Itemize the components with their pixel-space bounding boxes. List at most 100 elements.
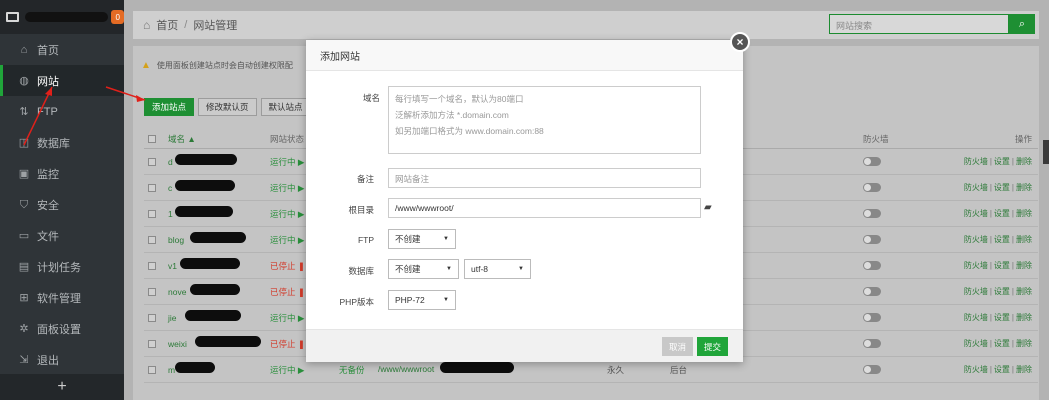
php-version-select[interactable]: PHP-72 ▼ [388, 290, 456, 310]
site-domain[interactable]: blog [168, 231, 270, 245]
firewall-toggle[interactable] [863, 313, 881, 322]
charset-select[interactable]: utf-8 ▼ [464, 259, 531, 279]
toggle-switch[interactable] [863, 235, 881, 244]
folder-open-icon[interactable]: ▰ [704, 202, 712, 213]
sidebar-item[interactable]: ⇲ 退出 [0, 344, 124, 375]
select-all-checkbox[interactable] [148, 134, 156, 143]
sidebar-item[interactable]: ▭ 文件 [0, 220, 124, 251]
row-checkbox[interactable] [148, 287, 156, 296]
row-checkbox[interactable] [148, 339, 156, 348]
site-path[interactable]: /www/wwwroot [378, 364, 434, 374]
site-domain[interactable]: jie [168, 309, 270, 323]
settings-link[interactable]: 设置 [994, 339, 1010, 348]
sidebar-item[interactable]: ⇅ FTP [0, 96, 124, 127]
database-select[interactable]: 不创建 ▼ [388, 259, 459, 279]
site-domain[interactable]: 1 [168, 205, 270, 219]
row-checkbox[interactable] [148, 235, 156, 244]
add-site-button[interactable]: 添加站点 [144, 98, 195, 116]
home-icon[interactable]: ⌂ [143, 18, 150, 32]
firewall-link[interactable]: 防火墙 [964, 261, 988, 270]
firewall-link[interactable]: 防火墙 [964, 313, 988, 322]
sidebar-add-button[interactable]: + [0, 374, 124, 400]
delete-link[interactable]: 删除 [1016, 209, 1032, 218]
firewall-link[interactable]: 防火墙 [964, 339, 988, 348]
site-domain[interactable]: weixi [168, 335, 270, 349]
toggle-switch[interactable] [863, 313, 881, 322]
ftp-select[interactable]: 不创建 ▼ [388, 229, 456, 249]
toggle-switch[interactable] [863, 209, 881, 218]
backup-status[interactable]: 无备份 [339, 364, 365, 376]
firewall-toggle[interactable] [863, 209, 881, 218]
firewall-toggle[interactable] [863, 183, 881, 192]
sidebar-item[interactable]: ✲ 面板设置 [0, 313, 124, 344]
settings-link[interactable]: 设置 [994, 365, 1010, 374]
site-note[interactable]: 后台 [670, 364, 687, 376]
firewall-toggle[interactable] [863, 157, 881, 166]
row-checkbox[interactable] [148, 261, 156, 270]
sidebar-item[interactable]: ⊞ 软件管理 [0, 282, 124, 313]
search-input[interactable]: 网站搜索 [829, 14, 1009, 34]
header-domain[interactable]: 域名 ▲ [168, 133, 270, 145]
row-checkbox[interactable] [148, 365, 156, 374]
sidebar-item[interactable]: ⌂ 首页 [0, 34, 124, 65]
default-site-button[interactable]: 默认站点 [260, 98, 311, 116]
firewall-link[interactable]: 防火墙 [964, 365, 988, 374]
delete-link[interactable]: 删除 [1016, 235, 1032, 244]
search-button[interactable]: ⌕ [1009, 14, 1035, 34]
firewall-link[interactable]: 防火墙 [964, 183, 988, 192]
settings-link[interactable]: 设置 [994, 287, 1010, 296]
modify-default-page-button[interactable]: 修改默认页 [198, 98, 257, 116]
settings-link[interactable]: 设置 [994, 183, 1010, 192]
firewall-link[interactable]: 防火墙 [964, 287, 988, 296]
delete-link[interactable]: 删除 [1016, 313, 1032, 322]
delete-link[interactable]: 删除 [1016, 261, 1032, 270]
toggle-switch[interactable] [863, 365, 881, 374]
settings-link[interactable]: 设置 [994, 235, 1010, 244]
remark-input[interactable]: 网站备注 [388, 168, 701, 188]
firewall-toggle[interactable] [863, 287, 881, 296]
row-checkbox[interactable] [148, 209, 156, 218]
sidebar-item[interactable]: ◫ 数据库 [0, 127, 124, 158]
delete-link[interactable]: 删除 [1016, 287, 1032, 296]
firewall-toggle[interactable] [863, 235, 881, 244]
firewall-link[interactable]: 防火墙 [964, 235, 988, 244]
site-domain[interactable]: v1 [168, 257, 270, 271]
side-handle[interactable] [1043, 140, 1049, 164]
site-status[interactable]: 运行中 ▶ [270, 364, 330, 376]
submit-button[interactable]: 提交 [697, 337, 729, 356]
firewall-toggle[interactable] [863, 339, 881, 348]
firewall-toggle[interactable] [863, 365, 881, 374]
sidebar-item[interactable]: ▤ 计划任务 [0, 251, 124, 282]
toggle-switch[interactable] [863, 261, 881, 270]
settings-link[interactable]: 设置 [994, 313, 1010, 322]
sidebar-item[interactable]: ⛉ 安全 [0, 189, 124, 220]
toggle-switch[interactable] [863, 339, 881, 348]
delete-link[interactable]: 删除 [1016, 183, 1032, 192]
domain-textarea[interactable]: 每行填写一个域名，默认为80端口 泛解析添加方法 *.domain.com 如另… [388, 86, 701, 154]
notification-badge[interactable]: 0 [111, 10, 124, 24]
site-domain[interactable]: c [168, 179, 270, 193]
site-domain[interactable]: nove [168, 283, 270, 297]
sidebar-item[interactable]: ▣ 监控 [0, 158, 124, 189]
firewall-link[interactable]: 防火墙 [964, 157, 988, 166]
breadcrumb-home[interactable]: 首页 [156, 17, 178, 33]
row-checkbox[interactable] [148, 313, 156, 322]
settings-link[interactable]: 设置 [994, 209, 1010, 218]
delete-link[interactable]: 删除 [1016, 365, 1032, 374]
settings-link[interactable]: 设置 [994, 157, 1010, 166]
delete-link[interactable]: 删除 [1016, 339, 1032, 348]
toggle-switch[interactable] [863, 287, 881, 296]
firewall-link[interactable]: 防火墙 [964, 209, 988, 218]
site-domain[interactable]: m [168, 361, 270, 375]
delete-link[interactable]: 删除 [1016, 157, 1032, 166]
toggle-switch[interactable] [863, 157, 881, 166]
close-icon[interactable]: × [730, 32, 750, 52]
row-checkbox[interactable] [148, 157, 156, 166]
firewall-toggle[interactable] [863, 261, 881, 270]
expire-date[interactable]: 永久 [607, 364, 624, 376]
settings-link[interactable]: 设置 [994, 261, 1010, 270]
root-dir-input[interactable]: /www/wwwroot/ [388, 198, 701, 218]
site-domain[interactable]: d [168, 153, 270, 167]
cancel-button[interactable]: 取消 [662, 337, 694, 356]
row-checkbox[interactable] [148, 183, 156, 192]
